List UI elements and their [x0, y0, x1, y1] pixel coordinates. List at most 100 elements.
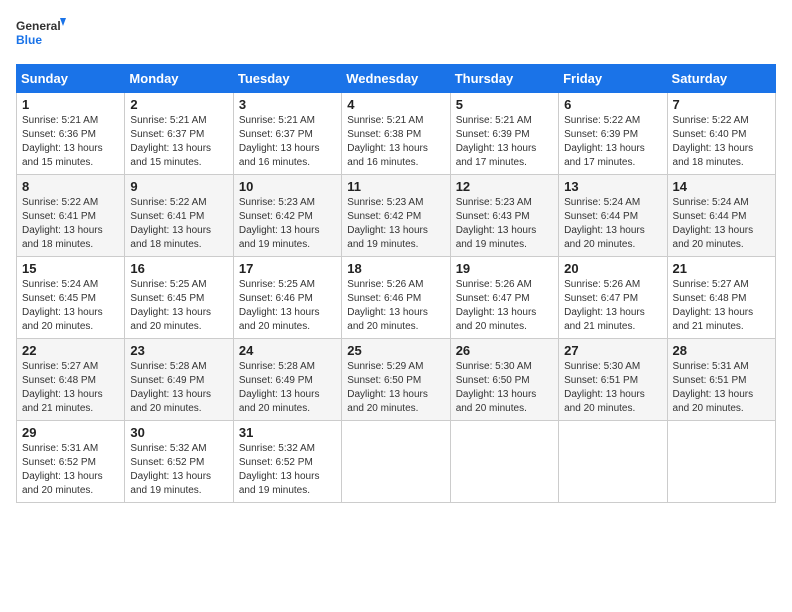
day-info: Sunrise: 5:30 AMSunset: 6:51 PMDaylight:…	[564, 360, 661, 416]
day-number: 22	[22, 343, 119, 358]
calendar-cell: 23 Sunrise: 5:28 AMSunset: 6:49 PMDayligh…	[125, 339, 233, 421]
day-info: Sunrise: 5:25 AMSunset: 6:45 PMDaylight:…	[130, 278, 227, 334]
calendar-cell: 1Sunrise: 5:21 AMSunset: 6:36 PMDaylight…	[17, 93, 125, 175]
day-info: Sunrise: 5:30 AMSunset: 6:50 PMDaylight:…	[456, 360, 553, 416]
day-info: Sunrise: 5:32 AMSunset: 6:52 PMDaylight:…	[239, 442, 336, 498]
day-number: 13	[564, 179, 661, 194]
calendar-cell: 9 Sunrise: 5:22 AMSunset: 6:41 PMDaylight…	[125, 175, 233, 257]
day-number: 6	[564, 97, 661, 112]
calendar-cell: 25 Sunrise: 5:29 AMSunset: 6:50 PMDayligh…	[342, 339, 450, 421]
day-number: 12	[456, 179, 553, 194]
calendar-week-5: 29 Sunrise: 5:31 AMSunset: 6:52 PMDayligh…	[17, 421, 776, 503]
calendar-week-2: 8Sunrise: 5:22 AMSunset: 6:41 PMDaylight…	[17, 175, 776, 257]
day-info: Sunrise: 5:21 AMSunset: 6:38 PMDaylight:…	[347, 114, 444, 170]
day-of-week-friday: Friday	[559, 65, 667, 93]
calendar-cell: 8Sunrise: 5:22 AMSunset: 6:41 PMDaylight…	[17, 175, 125, 257]
calendar-cell: 3Sunrise: 5:21 AMSunset: 6:37 PMDaylight…	[233, 93, 341, 175]
logo: General Blue	[16, 16, 66, 52]
calendar-cell: 28 Sunrise: 5:31 AMSunset: 6:51 PMDayligh…	[667, 339, 775, 421]
day-number: 30	[130, 425, 227, 440]
day-number: 21	[673, 261, 770, 276]
day-info: Sunrise: 5:27 AMSunset: 6:48 PMDaylight:…	[22, 360, 119, 416]
day-number: 24	[239, 343, 336, 358]
calendar-cell: 16 Sunrise: 5:25 AMSunset: 6:45 PMDayligh…	[125, 257, 233, 339]
calendar-cell: 13 Sunrise: 5:24 AMSunset: 6:44 PMDayligh…	[559, 175, 667, 257]
calendar-cell: 18 Sunrise: 5:26 AMSunset: 6:46 PMDayligh…	[342, 257, 450, 339]
day-info: Sunrise: 5:31 AMSunset: 6:51 PMDaylight:…	[673, 360, 770, 416]
day-number: 29	[22, 425, 119, 440]
day-info: Sunrise: 5:23 AMSunset: 6:43 PMDaylight:…	[456, 196, 553, 252]
calendar-cell: 27 Sunrise: 5:30 AMSunset: 6:51 PMDayligh…	[559, 339, 667, 421]
day-number: 17	[239, 261, 336, 276]
day-info: Sunrise: 5:23 AMSunset: 6:42 PMDaylight:…	[239, 196, 336, 252]
day-info: Sunrise: 5:21 AMSunset: 6:37 PMDaylight:…	[130, 114, 227, 170]
day-info: Sunrise: 5:22 AMSunset: 6:40 PMDaylight:…	[673, 114, 770, 170]
day-number: 2	[130, 97, 227, 112]
calendar-cell: 4 Sunrise: 5:21 AMSunset: 6:38 PMDaylight…	[342, 93, 450, 175]
day-number: 31	[239, 425, 336, 440]
calendar-cell: 26 Sunrise: 5:30 AMSunset: 6:50 PMDayligh…	[450, 339, 558, 421]
calendar-cell: 21 Sunrise: 5:27 AMSunset: 6:48 PMDayligh…	[667, 257, 775, 339]
calendar-week-3: 15 Sunrise: 5:24 AMSunset: 6:45 PMDayligh…	[17, 257, 776, 339]
calendar-cell: 11Sunrise: 5:23 AMSunset: 6:42 PMDayligh…	[342, 175, 450, 257]
calendar-week-1: 1Sunrise: 5:21 AMSunset: 6:36 PMDaylight…	[17, 93, 776, 175]
calendar-cell: 5 Sunrise: 5:21 AMSunset: 6:39 PMDaylight…	[450, 93, 558, 175]
day-number: 20	[564, 261, 661, 276]
calendar-cell: 20 Sunrise: 5:26 AMSunset: 6:47 PMDayligh…	[559, 257, 667, 339]
day-number: 15	[22, 261, 119, 276]
day-info: Sunrise: 5:31 AMSunset: 6:52 PMDaylight:…	[22, 442, 119, 498]
calendar-header-row: SundayMondayTuesdayWednesdayThursdayFrid…	[17, 65, 776, 93]
day-number: 18	[347, 261, 444, 276]
day-info: Sunrise: 5:32 AMSunset: 6:52 PMDaylight:…	[130, 442, 227, 498]
day-number: 4	[347, 97, 444, 112]
calendar-cell: 15 Sunrise: 5:24 AMSunset: 6:45 PMDayligh…	[17, 257, 125, 339]
day-number: 11	[347, 179, 444, 194]
calendar-cell: 29 Sunrise: 5:31 AMSunset: 6:52 PMDayligh…	[17, 421, 125, 503]
day-info: Sunrise: 5:24 AMSunset: 6:44 PMDaylight:…	[564, 196, 661, 252]
calendar-cell: 10 Sunrise: 5:23 AMSunset: 6:42 PMDayligh…	[233, 175, 341, 257]
calendar-cell	[667, 421, 775, 503]
day-info: Sunrise: 5:26 AMSunset: 6:47 PMDaylight:…	[456, 278, 553, 334]
logo-svg: General Blue	[16, 16, 66, 52]
svg-text:General: General	[16, 19, 61, 33]
day-number: 27	[564, 343, 661, 358]
day-of-week-monday: Monday	[125, 65, 233, 93]
day-of-week-sunday: Sunday	[17, 65, 125, 93]
day-info: Sunrise: 5:21 AMSunset: 6:39 PMDaylight:…	[456, 114, 553, 170]
day-info: Sunrise: 5:26 AMSunset: 6:47 PMDaylight:…	[564, 278, 661, 334]
calendar-cell: 2 Sunrise: 5:21 AMSunset: 6:37 PMDaylight…	[125, 93, 233, 175]
calendar: SundayMondayTuesdayWednesdayThursdayFrid…	[16, 64, 776, 503]
day-info: Sunrise: 5:28 AMSunset: 6:49 PMDaylight:…	[130, 360, 227, 416]
calendar-cell: 17 Sunrise: 5:25 AMSunset: 6:46 PMDayligh…	[233, 257, 341, 339]
day-info: Sunrise: 5:27 AMSunset: 6:48 PMDaylight:…	[673, 278, 770, 334]
day-info: Sunrise: 5:25 AMSunset: 6:46 PMDaylight:…	[239, 278, 336, 334]
day-number: 25	[347, 343, 444, 358]
day-number: 7	[673, 97, 770, 112]
calendar-cell: 31 Sunrise: 5:32 AMSunset: 6:52 PMDayligh…	[233, 421, 341, 503]
calendar-cell: 12 Sunrise: 5:23 AMSunset: 6:43 PMDayligh…	[450, 175, 558, 257]
day-number: 16	[130, 261, 227, 276]
day-of-week-saturday: Saturday	[667, 65, 775, 93]
day-of-week-thursday: Thursday	[450, 65, 558, 93]
day-of-week-tuesday: Tuesday	[233, 65, 341, 93]
svg-text:Blue: Blue	[16, 33, 42, 47]
day-number: 5	[456, 97, 553, 112]
day-info: Sunrise: 5:24 AMSunset: 6:45 PMDaylight:…	[22, 278, 119, 334]
day-info: Sunrise: 5:21 AMSunset: 6:36 PMDaylight:…	[22, 114, 119, 170]
calendar-cell: 24Sunrise: 5:28 AMSunset: 6:49 PMDayligh…	[233, 339, 341, 421]
day-number: 3	[239, 97, 336, 112]
day-number: 14	[673, 179, 770, 194]
day-number: 9	[130, 179, 227, 194]
calendar-cell: 7 Sunrise: 5:22 AMSunset: 6:40 PMDaylight…	[667, 93, 775, 175]
day-number: 26	[456, 343, 553, 358]
day-info: Sunrise: 5:26 AMSunset: 6:46 PMDaylight:…	[347, 278, 444, 334]
calendar-cell: 6Sunrise: 5:22 AMSunset: 6:39 PMDaylight…	[559, 93, 667, 175]
day-number: 10	[239, 179, 336, 194]
day-info: Sunrise: 5:29 AMSunset: 6:50 PMDaylight:…	[347, 360, 444, 416]
day-info: Sunrise: 5:22 AMSunset: 6:41 PMDaylight:…	[130, 196, 227, 252]
calendar-cell: 14Sunrise: 5:24 AMSunset: 6:44 PMDayligh…	[667, 175, 775, 257]
day-number: 28	[673, 343, 770, 358]
day-number: 23	[130, 343, 227, 358]
day-info: Sunrise: 5:22 AMSunset: 6:41 PMDaylight:…	[22, 196, 119, 252]
calendar-cell	[342, 421, 450, 503]
